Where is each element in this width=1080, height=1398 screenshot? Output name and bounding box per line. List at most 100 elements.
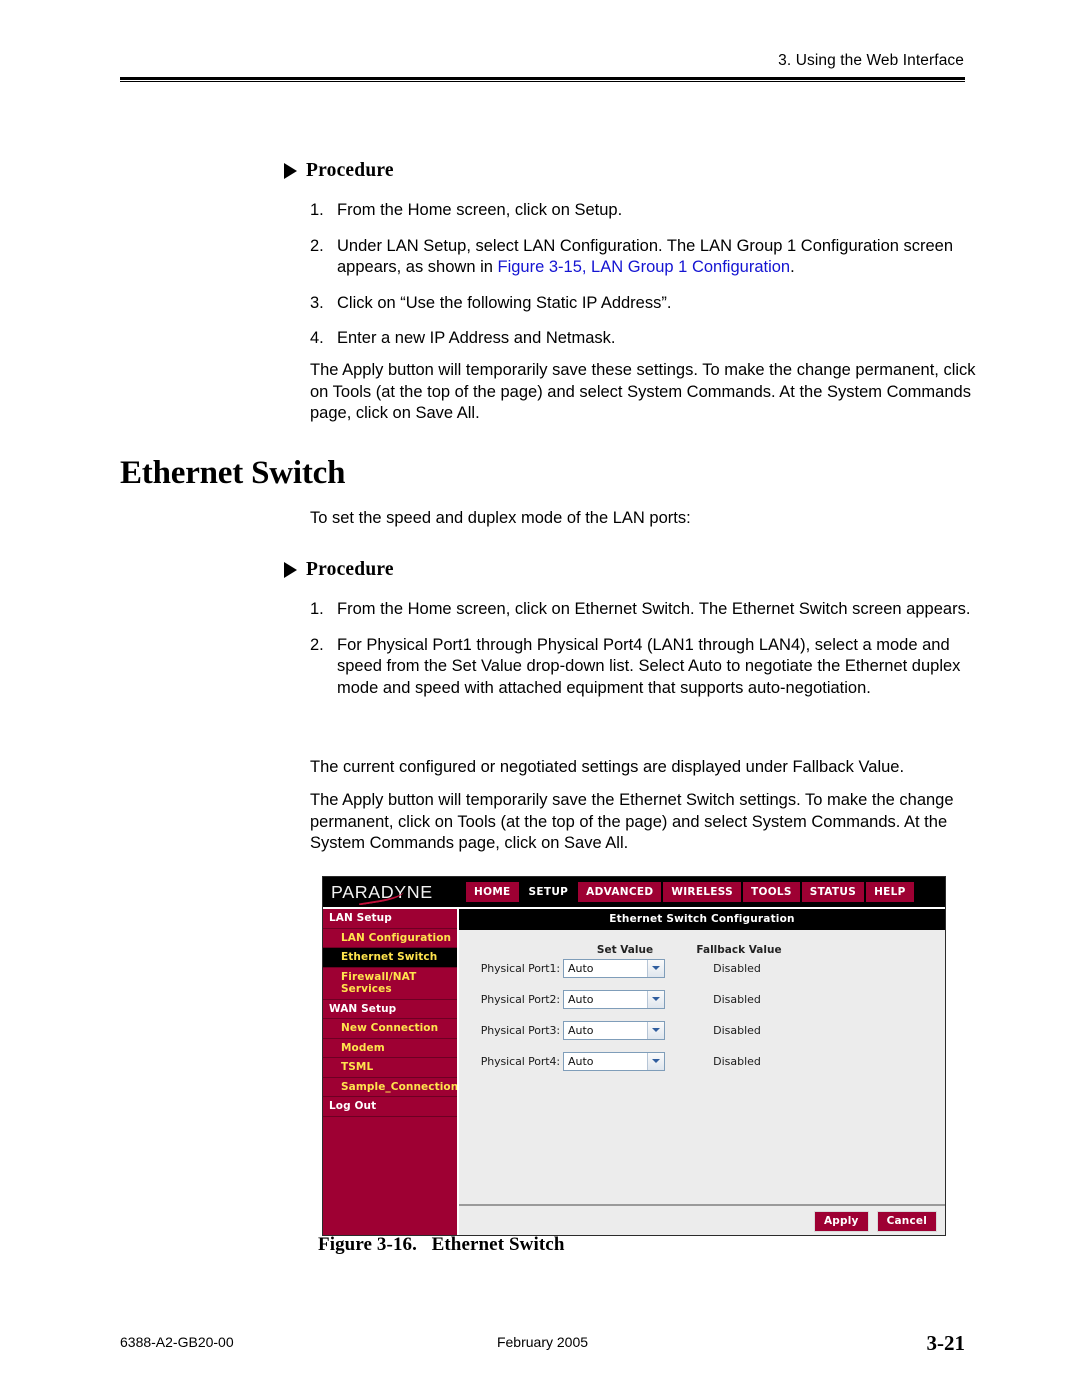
step-number: 2. (310, 236, 324, 255)
apply-button[interactable]: Apply (813, 1210, 869, 1232)
step-text: From the Home screen, click on Ethernet … (337, 600, 971, 618)
step-text: Enter a new IP Address and Netmask. (337, 329, 616, 347)
procedure-heading-1-label: Procedure (306, 160, 394, 181)
row-label-physical-port4: Physical Port4: (480, 1054, 560, 1068)
step-text: For Physical Port1 through Physical Port… (337, 635, 961, 697)
tab-help[interactable]: HELP (866, 882, 914, 902)
header-rule-thick (120, 77, 965, 80)
sidebar-filler (323, 1116, 457, 1235)
chevron-down-icon[interactable] (647, 959, 664, 977)
fallback-value-port3: Disabled (713, 1023, 761, 1037)
step-text: Click on “Use the following Static IP Ad… (337, 293, 672, 312)
embedded-screenshot: PARADYNE HOME SETUP ADVANCED WIRELESS TO… (322, 876, 946, 1236)
running-header: 3. Using the Web Interface (120, 52, 965, 82)
nav-tab-list: HOME SETUP ADVANCED WIRELESS TOOLS STATU… (466, 882, 914, 902)
set-value-select-port1[interactable]: Auto (563, 958, 665, 978)
list-item: 2. Under LAN Setup, select LAN Configura… (310, 236, 980, 279)
procedure-heading-1: Procedure (284, 160, 394, 182)
figure-caption-number: Figure 3-16. (318, 1234, 418, 1255)
set-value-port1: Auto (568, 961, 594, 975)
chevron-down-icon[interactable] (647, 990, 664, 1008)
procedure-1-closing-paragraph: The Apply button will temporarily save t… (310, 361, 976, 422)
sidebar-item-lan-configuration[interactable]: LAN Configuration (323, 929, 457, 948)
page-title: Ethernet Switch (120, 455, 346, 491)
procedure-2-steps: 1. From the Home screen, click on Ethern… (310, 599, 980, 699)
step-number: 1. (310, 600, 324, 618)
procedure-heading-2-label: Procedure (306, 559, 394, 580)
row-label-physical-port1: Physical Port1: (480, 961, 560, 975)
fallback-value-port2: Disabled (713, 992, 761, 1006)
step-number: 3. (310, 293, 324, 312)
page-footer: 6388-A2-GB20-00 February 2005 3-21 (120, 1331, 966, 1358)
set-value-select-port4[interactable]: Auto (563, 1051, 665, 1071)
screenshot-top-nav: PARADYNE HOME SETUP ADVANCED WIRELESS TO… (323, 877, 945, 907)
list-item: 1. From the Home screen, click on Ethern… (310, 599, 980, 621)
table-row: Physical Port1: Auto Disabled (459, 957, 945, 979)
step-number: 2. (310, 635, 324, 654)
step-text: Under LAN Setup, select LAN Configuratio… (337, 236, 980, 279)
sidebar-item-ethernet-switch[interactable]: Ethernet Switch (323, 948, 457, 968)
ethernet-switch-form: Set Value Fallback Value Physical Port1:… (459, 930, 945, 1204)
figure-caption: Figure 3-16. Ethernet Switch (318, 1234, 564, 1256)
column-headers: Set Value Fallback Value (459, 944, 945, 956)
set-value-select-port2[interactable]: Auto (563, 989, 665, 1009)
header-rule-thin (120, 81, 965, 82)
form-button-bar: Apply Cancel (459, 1204, 945, 1235)
sidebar-item-wan-setup[interactable]: WAN Setup (323, 1000, 457, 1019)
step-number: 1. (310, 201, 324, 219)
tab-status[interactable]: STATUS (801, 882, 865, 902)
procedure-1-steps: 1. From the Home screen, click on Setup.… (310, 200, 980, 350)
list-item: 4. Enter a new IP Address and Netmask. (310, 328, 980, 350)
column-header-fallback-value: Fallback Value (696, 944, 782, 956)
procedure-2-paragraph-1: The current configured or negotiated set… (310, 758, 905, 776)
set-value-port2: Auto (568, 992, 594, 1006)
cancel-button[interactable]: Cancel (876, 1210, 937, 1232)
row-label-physical-port2: Physical Port2: (480, 992, 560, 1006)
sidebar: LAN Setup LAN Configuration Ethernet Swi… (323, 907, 458, 1235)
content-panel-title: Ethernet Switch Configuration (459, 909, 945, 930)
footer-page-number: 3-21 (926, 1331, 966, 1355)
set-value-port4: Auto (568, 1054, 594, 1068)
sidebar-item-log-out[interactable]: Log Out (323, 1097, 457, 1117)
content-panel: Ethernet Switch Configuration Set Value … (457, 907, 945, 1235)
section-intro-paragraph: To set the speed and duplex mode of the … (310, 509, 691, 527)
list-item: 2. For Physical Port1 through Physical P… (310, 635, 980, 700)
table-row: Physical Port3: Auto Disabled (459, 1019, 945, 1041)
row-label-physical-port3: Physical Port3: (480, 1023, 560, 1037)
set-value-select-port3[interactable]: Auto (563, 1020, 665, 1040)
step-number: 4. (310, 329, 324, 347)
procedure-2-paragraph-2: The Apply button will temporarily save t… (310, 791, 954, 852)
step-text-after: . (790, 258, 795, 276)
paradyne-logo: PARADYNE (331, 880, 455, 906)
fallback-value-port1: Disabled (713, 961, 761, 975)
set-value-port3: Auto (568, 1023, 594, 1037)
sidebar-item-modem[interactable]: Modem (323, 1039, 457, 1058)
table-row: Physical Port4: Auto Disabled (459, 1050, 945, 1072)
fallback-value-port4: Disabled (713, 1054, 761, 1068)
tab-home[interactable]: HOME (466, 882, 519, 902)
sidebar-item-firewall-nat-services[interactable]: Firewall/NAT Services (323, 968, 457, 1000)
chevron-down-icon[interactable] (647, 1021, 664, 1039)
list-item: 1. From the Home screen, click on Setup. (310, 200, 980, 222)
sidebar-item-sample-connection[interactable]: Sample_Connection (323, 1078, 458, 1097)
screenshot-body: LAN Setup LAN Configuration Ethernet Swi… (323, 907, 945, 1235)
step-text: From the Home screen, click on Setup. (337, 201, 623, 219)
running-head-text: 3. Using the Web Interface (778, 52, 964, 69)
list-item: 3. Click on “Use the following Static IP… (310, 293, 980, 315)
chevron-down-icon[interactable] (647, 1052, 664, 1070)
sidebar-item-new-connection[interactable]: New Connection (323, 1019, 457, 1039)
sidebar-item-lan-setup[interactable]: LAN Setup (323, 909, 457, 929)
tab-wireless[interactable]: WIRELESS (663, 882, 742, 902)
figure-caption-title: Ethernet Switch (431, 1234, 565, 1255)
tab-setup[interactable]: SETUP (520, 882, 577, 902)
procedure-heading-2: Procedure (284, 559, 394, 581)
figure-cross-reference-link[interactable]: Figure 3-15, LAN Group 1 Configuration (498, 258, 791, 276)
triangle-bullet-icon (284, 163, 297, 179)
triangle-bullet-icon (284, 562, 297, 578)
footer-date: February 2005 (496, 1334, 589, 1350)
tab-tools[interactable]: TOOLS (743, 882, 800, 902)
tab-advanced[interactable]: ADVANCED (578, 882, 662, 902)
sidebar-item-tsml[interactable]: TSML (323, 1058, 457, 1078)
column-header-set-value: Set Value (596, 944, 654, 956)
document-page: 3. Using the Web Interface Procedure 1. … (0, 0, 1080, 1398)
